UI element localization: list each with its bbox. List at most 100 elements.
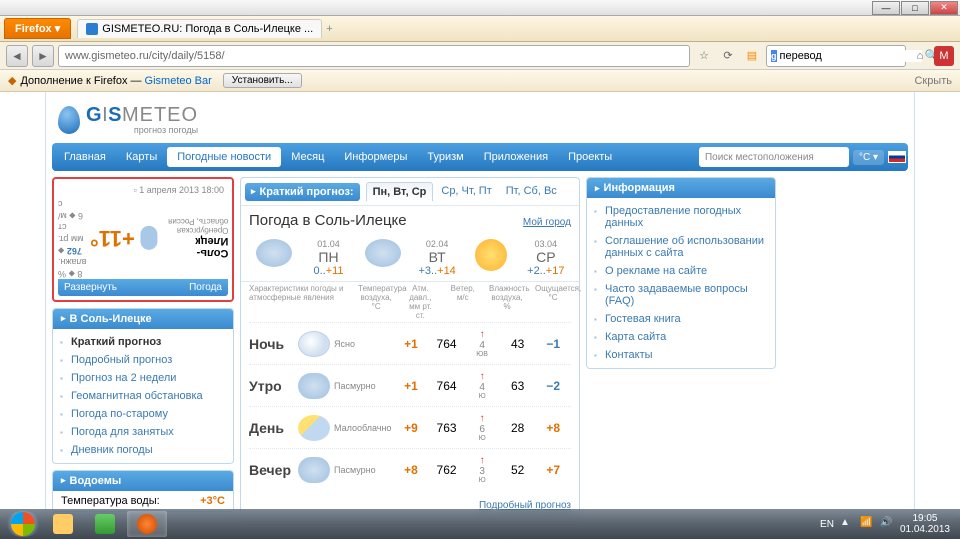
part-humidity: 28: [500, 421, 536, 435]
weather-icon: [298, 457, 330, 483]
task-explorer[interactable]: [43, 511, 83, 537]
info-item[interactable]: Контакты: [587, 346, 775, 364]
nav-tourism[interactable]: Туризм: [417, 146, 473, 168]
addon-bar: ◆ Дополнение к Firefox — Gismeteo Bar Ус…: [0, 70, 960, 92]
flag-tray-icon[interactable]: ▲: [840, 517, 854, 531]
local-item[interactable]: Дневник погоды: [53, 441, 233, 459]
site-header: GISMETEO прогноз погоды: [46, 100, 914, 143]
info-item[interactable]: Гостевая книга: [587, 310, 775, 328]
local-item[interactable]: Прогноз на 2 недели: [53, 369, 233, 387]
lang-flag-icon[interactable]: [888, 151, 906, 163]
firefox-menu-button[interactable]: Firefox ▾: [4, 18, 71, 39]
part-name: Утро: [249, 378, 298, 394]
tab-days-1[interactable]: Пн, Вт, Ср: [366, 182, 434, 201]
part-row: День Малооблачно +9 763 ↑6Ю 28 +8: [249, 406, 571, 448]
logo-text[interactable]: GISMETEO: [86, 104, 198, 127]
search-input[interactable]: [780, 50, 922, 62]
volume-icon[interactable]: 🔊: [880, 517, 894, 531]
widget-temp: +11°: [90, 225, 135, 251]
cloud-icon: [365, 239, 401, 267]
part-pressure: 762: [429, 463, 465, 477]
nav-informers[interactable]: Информеры: [334, 146, 417, 168]
nav-news[interactable]: Погодные новости: [167, 147, 281, 167]
part-condition: Малооблачно: [330, 423, 393, 433]
part-pressure: 764: [429, 379, 465, 393]
forward-button[interactable]: ►: [32, 45, 54, 67]
weather-widget: ▫ 1 апреля 2013 18:00 8 ⬥ % влажн. 762 ⬥…: [52, 177, 234, 302]
start-button[interactable]: [4, 511, 42, 537]
water-panel: ▸Водоемы Температура воды: +3°C: [52, 470, 234, 512]
firefox-titlebar: Firefox ▾ GISMETEO.RU: Погода в Соль-Иле…: [0, 16, 960, 42]
tab-title: GISMETEO.RU: Погода в Соль-Илецке ...: [102, 23, 313, 35]
widget-region: Оренбургская область, Россия: [164, 217, 229, 235]
nav-maps[interactable]: Карты: [116, 146, 167, 168]
unit-toggle[interactable]: °C ▾: [853, 150, 884, 165]
widget-timestamp: ▫ 1 апреля 2013 18:00: [58, 183, 228, 197]
bookmark-icon[interactable]: ☆: [694, 46, 714, 66]
brief-panel: ▸Краткий прогноз: Пн, Вт, Ср Ср, Чт, Пт …: [240, 177, 580, 516]
minimize-button[interactable]: —: [872, 1, 900, 15]
info-item[interactable]: Карта сайта: [587, 328, 775, 346]
forecast-heading: Погода в Соль-Илецке: [249, 212, 407, 229]
part-condition: Ясно: [330, 339, 393, 349]
part-humidity: 52: [500, 463, 536, 477]
local-item[interactable]: Погода по-старому: [53, 405, 233, 423]
close-button[interactable]: ✕: [930, 1, 958, 15]
tray-lang[interactable]: EN: [820, 519, 834, 530]
browser-search[interactable]: g 🔍: [766, 45, 906, 67]
part-wind: ↑3Ю: [464, 455, 500, 484]
tab-days-3[interactable]: Пт, Сб, Вс: [500, 182, 563, 201]
url-input[interactable]: [58, 45, 690, 67]
info-item[interactable]: Предоставление погодных данных: [587, 202, 775, 232]
logo-icon: [58, 106, 80, 134]
my-city-link[interactable]: Мой город: [523, 217, 571, 228]
window-controls: — □ ✕: [0, 0, 960, 16]
back-button[interactable]: ◄: [6, 45, 28, 67]
expand-button[interactable]: Развернуть: [64, 282, 117, 293]
addon-link[interactable]: Gismeteo Bar: [145, 75, 212, 87]
local-item[interactable]: Погода для занятых: [53, 423, 233, 441]
maximize-button[interactable]: □: [901, 1, 929, 15]
browser-tab[interactable]: GISMETEO.RU: Погода в Соль-Илецке ...: [77, 19, 322, 38]
addon-text: Дополнение к Firefox —: [20, 75, 141, 87]
local-item[interactable]: Краткий прогноз: [53, 333, 233, 351]
part-humidity: 43: [500, 337, 536, 351]
part-pressure: 763: [429, 421, 465, 435]
part-wind: ↑4ЮВ: [464, 329, 500, 358]
new-tab-button[interactable]: +: [326, 23, 332, 35]
info-item[interactable]: Соглашение об использовании данных с сай…: [587, 232, 775, 262]
nav-month[interactable]: Месяц: [281, 146, 334, 168]
info-item[interactable]: Часто задаваемые вопросы (FAQ): [587, 280, 775, 310]
part-name: Ночь: [249, 336, 298, 352]
part-temp: +8: [393, 463, 429, 477]
clock[interactable]: 19:05 01.04.2013: [900, 513, 950, 535]
reload-icon[interactable]: ⟳: [718, 46, 738, 66]
widget-stats: 8 ⬥ % влажн. 762 ⬥ мм рт. ст 6 ⬥ м/с: [58, 197, 86, 279]
addon-mail-icon[interactable]: M: [934, 46, 954, 66]
addon-hide[interactable]: Скрыть: [914, 75, 952, 87]
rss-icon[interactable]: ▤: [742, 46, 762, 66]
local-item[interactable]: Геомагнитная обстановка: [53, 387, 233, 405]
home-icon[interactable]: ⌂: [910, 46, 930, 66]
install-button[interactable]: Установить...: [223, 73, 302, 88]
tab-days-2[interactable]: Ср, Чт, Пт: [435, 182, 497, 201]
local-item[interactable]: Подробный прогноз: [53, 351, 233, 369]
info-item[interactable]: О рекламе на сайте: [587, 262, 775, 280]
part-condition: Пасмурно: [330, 465, 393, 475]
nav-projects[interactable]: Проекты: [558, 146, 622, 168]
part-row: Утро Пасмурно +1 764 ↑4Ю 63 −2: [249, 364, 571, 406]
network-icon[interactable]: 📶: [860, 517, 874, 531]
nav-home[interactable]: Главная: [54, 146, 116, 168]
task-msn[interactable]: [85, 511, 125, 537]
location-search[interactable]: Поиск местоположения: [699, 147, 849, 167]
nav-apps[interactable]: Приложения: [474, 146, 558, 168]
day-summary: 01.04 ПН 0..+11 02.04 ВТ +3..+14 03.04 С…: [241, 235, 579, 282]
url-toolbar: ◄ ► ☆ ⟳ ▤ g 🔍 ⌂ M: [0, 42, 960, 70]
water-label: Температура воды:: [61, 495, 160, 507]
part-wind: ↑6Ю: [464, 413, 500, 442]
task-firefox[interactable]: [127, 511, 167, 537]
part-humidity: 63: [500, 379, 536, 393]
part-name: Вечер: [249, 462, 298, 478]
cloud-icon: [256, 239, 292, 267]
water-title: Водоемы: [70, 475, 122, 487]
